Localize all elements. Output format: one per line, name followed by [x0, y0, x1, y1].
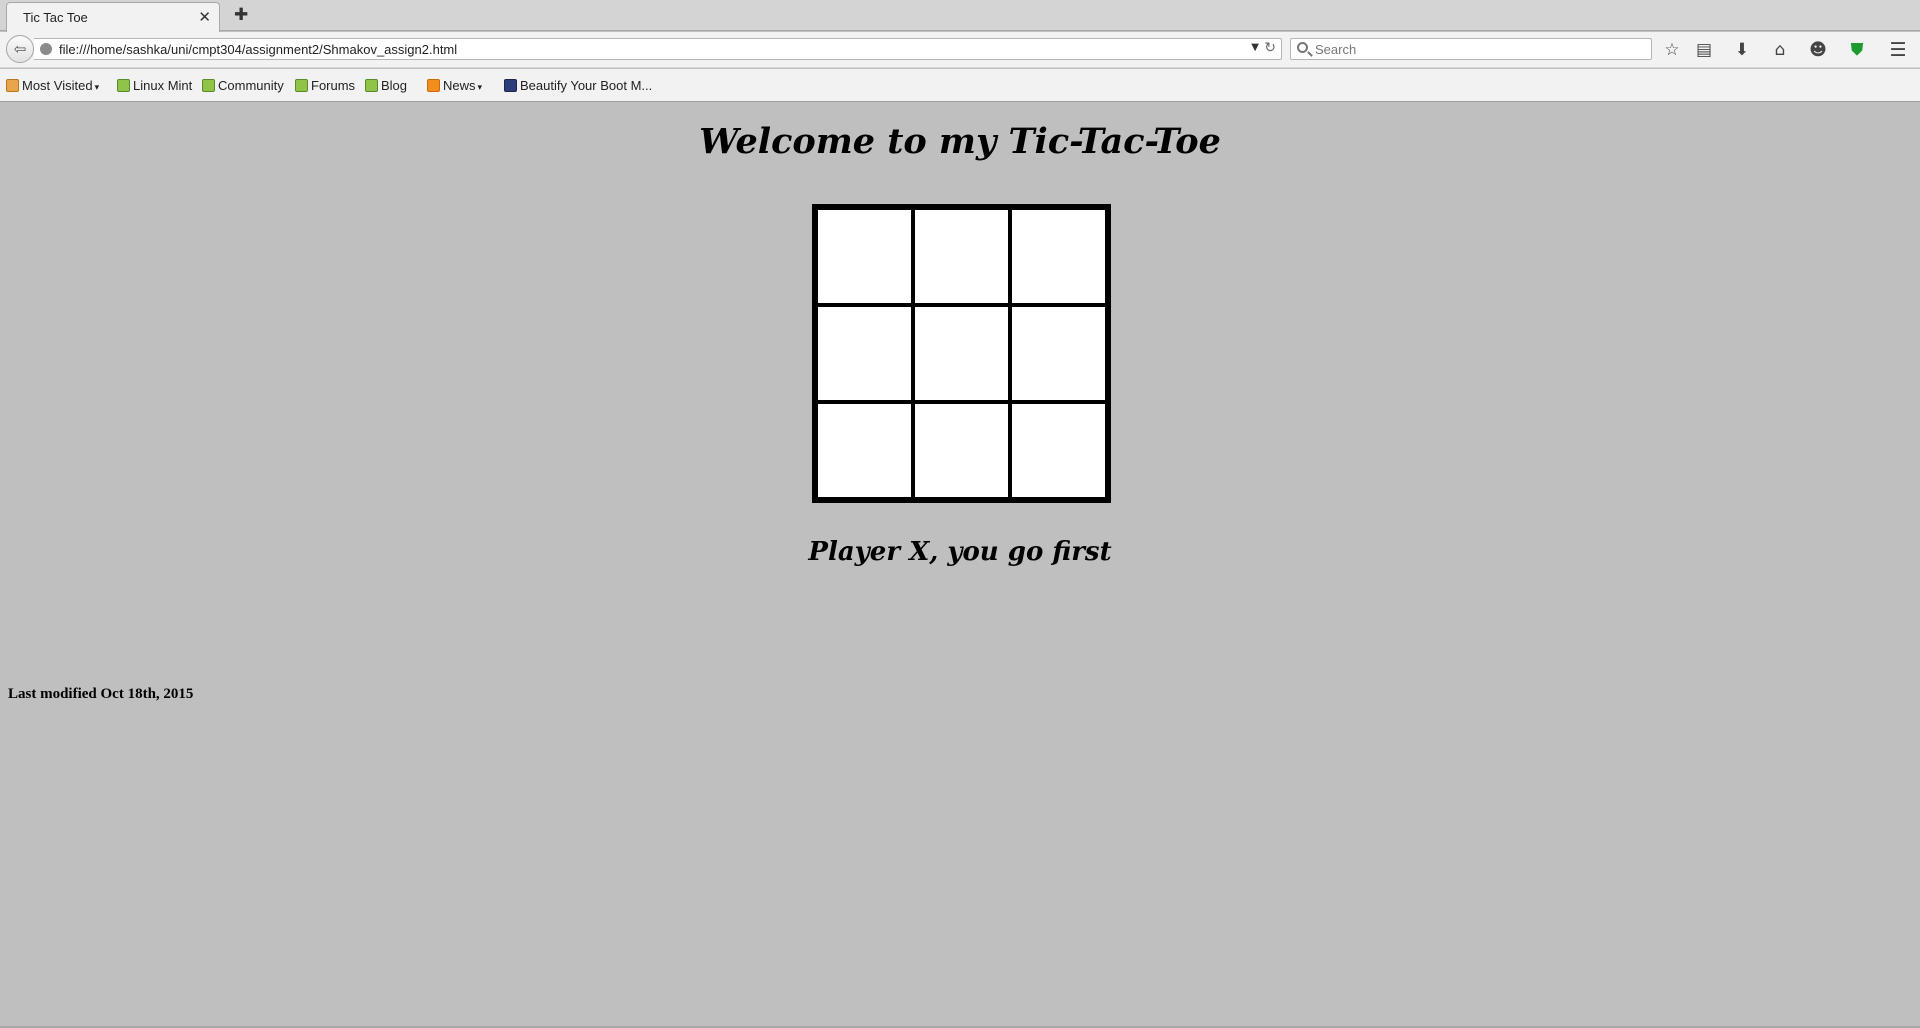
bookmark-news[interactable]: News ▾ [427, 77, 482, 94]
mint-logo-icon [365, 79, 378, 92]
board-cell-9[interactable] [1010, 402, 1107, 499]
chevron-down-icon: ▾ [477, 83, 483, 93]
bookmark-beautify-your-boot[interactable]: Beautify Your Boot M... [504, 77, 652, 94]
search-icon [1297, 42, 1308, 53]
chevron-down-icon: ▾ [94, 83, 100, 93]
search-bar[interactable] [1290, 38, 1652, 60]
search-input[interactable] [1315, 41, 1635, 58]
tab-title: Tic Tac Toe [23, 10, 88, 25]
board-cell-1[interactable] [816, 208, 913, 305]
bookmark-forums[interactable]: Forums [295, 77, 355, 94]
home-icon[interactable]: ⌂ [1768, 38, 1792, 62]
back-button[interactable]: ⇦ [6, 35, 34, 63]
url-text[interactable]: file:///home/sashka/uni/cmpt304/assignme… [59, 42, 457, 57]
bookmark-label: Linux Mint [133, 78, 193, 93]
board-cell-2[interactable] [913, 208, 1010, 305]
bookmarks-toolbar: Most Visited ▾ Linux Mint Community Forum… [0, 69, 1920, 102]
bookmark-star-icon[interactable]: ☆ [1660, 38, 1684, 62]
bookmark-blog[interactable]: Blog [365, 77, 407, 94]
tab-close-icon[interactable]: ✕ [198, 8, 211, 26]
navigation-toolbar: ⇦ file:///home/sashka/uni/cmpt304/assign… [0, 32, 1920, 68]
chat-icon[interactable]: ☻ [1806, 38, 1830, 62]
tab-strip: Tic Tac Toe ✕ ✚ [0, 0, 1920, 32]
bookmark-label: Forums [311, 78, 356, 93]
folder-icon [6, 79, 19, 92]
turn-status-message: Player X, you go first [808, 537, 1112, 567]
hackerboards-icon [504, 79, 517, 92]
url-bar[interactable]: file:///home/sashka/uni/cmpt304/assignme… [34, 38, 1282, 60]
bookmark-label: Blog [381, 78, 408, 93]
page-title: Welcome to my Tic-Tac-Toe [699, 121, 1221, 162]
bookmark-label: Most Visited [22, 78, 93, 93]
new-tab-icon[interactable]: ✚ [234, 5, 248, 25]
bookmark-linux-mint[interactable]: Linux Mint [117, 77, 192, 94]
mint-logo-icon [202, 79, 215, 92]
site-info-icon[interactable] [40, 43, 52, 55]
bookmark-most-visited[interactable]: Most Visited ▾ [6, 77, 99, 94]
download-icon[interactable]: ⬇ [1730, 38, 1754, 62]
bookmark-community[interactable]: Community [202, 77, 284, 94]
bookmark-label: Community [218, 78, 284, 93]
url-history-dropdown-icon[interactable]: ▼ [1251, 42, 1259, 53]
bookmark-label: Beautify Your Boot M... [520, 78, 653, 93]
shield-icon[interactable]: ⛊ [1845, 38, 1869, 62]
mint-logo-icon [295, 79, 308, 92]
last-modified-footer: Last modified Oct 18th, 2015 [8, 686, 194, 702]
reload-icon[interactable]: ↻ [1264, 40, 1276, 56]
page-content: Welcome to my Tic-Tac-Toe Player X, you … [0, 103, 1920, 1028]
rss-feed-icon [427, 79, 440, 92]
menu-icon[interactable]: ☰ [1886, 38, 1910, 62]
tic-tac-toe-board [812, 204, 1111, 503]
board-cell-6[interactable] [1010, 305, 1107, 402]
board-cell-3[interactable] [1010, 208, 1107, 305]
bookmark-label: News [443, 78, 476, 93]
reading-list-icon[interactable]: ▤ [1692, 38, 1716, 62]
browser-tab[interactable]: Tic Tac Toe ✕ [6, 2, 220, 32]
mint-logo-icon [117, 79, 130, 92]
board-cell-8[interactable] [913, 402, 1010, 499]
board-cell-7[interactable] [816, 402, 913, 499]
board-cell-5[interactable] [913, 305, 1010, 402]
board-cell-4[interactable] [816, 305, 913, 402]
